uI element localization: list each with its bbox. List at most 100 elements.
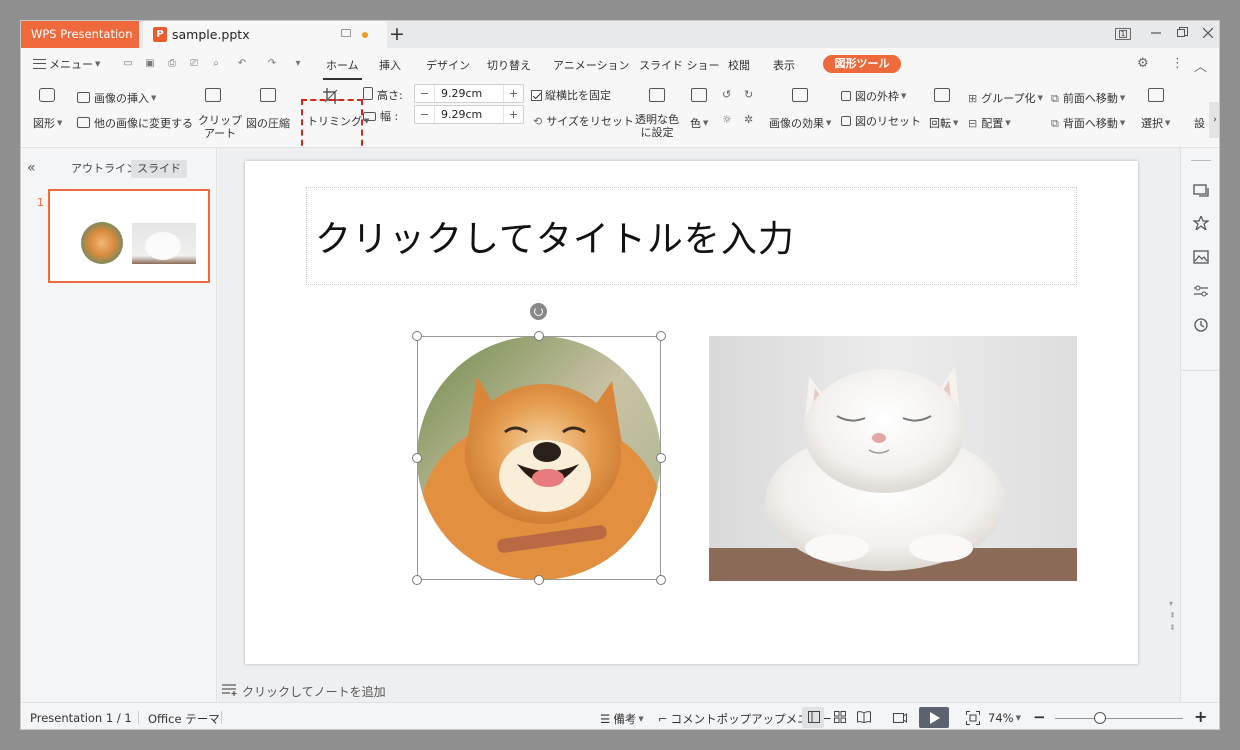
clipart-button[interactable]: クリップ アート xyxy=(198,114,242,140)
resize-handle-left[interactable] xyxy=(412,453,422,463)
play-slideshow-button[interactable] xyxy=(919,707,949,728)
height-increment-button[interactable]: + xyxy=(503,85,523,102)
group-button[interactable]: ⊞ グループ化 ▼ xyxy=(968,90,1043,106)
zoom-out-button[interactable]: − xyxy=(1033,708,1046,726)
contrast-icon[interactable]: ✲ xyxy=(744,113,753,126)
tab-view[interactable]: 表示 xyxy=(773,57,795,73)
window-layout-icon[interactable]: 1 xyxy=(1115,28,1131,40)
customize-toolbar-icon[interactable]: ▾ xyxy=(291,57,305,71)
more-options-icon[interactable]: ⋮ xyxy=(1171,56,1184,71)
notes-bar[interactable]: クリックしてノートを追加 xyxy=(218,678,1180,702)
grid-view-icon[interactable] xyxy=(834,711,846,723)
tab-design[interactable]: デザイン xyxy=(426,57,470,73)
resize-handle-right[interactable] xyxy=(656,453,666,463)
theme-name[interactable]: Office テーマ xyxy=(148,711,220,727)
transparent-color-button[interactable]: 透明な色 に設定 xyxy=(635,113,679,139)
notes-placeholder: クリックしてノートを追加 xyxy=(242,685,386,699)
brightness-icon[interactable]: ☼ xyxy=(722,113,732,126)
gear-icon[interactable]: ⚙ xyxy=(1137,56,1149,71)
clipart-icon xyxy=(205,88,221,102)
collapse-ribbon-icon[interactable]: ︿ xyxy=(1194,56,1207,75)
rotate-right-icon[interactable]: ↻ xyxy=(744,88,753,101)
settings-button[interactable]: 設 xyxy=(1194,115,1205,131)
tab-animations[interactable]: アニメーション xyxy=(553,57,630,73)
export-icon[interactable]: ⎙ xyxy=(165,57,179,71)
animation-star-icon[interactable] xyxy=(1193,216,1209,230)
open-icon[interactable]: ▭ xyxy=(121,57,135,71)
tab-shape-tools[interactable]: 図形ツール xyxy=(823,55,901,73)
rotate-button[interactable]: 回転 ▼ xyxy=(929,115,958,131)
tab-home[interactable]: ホーム xyxy=(323,57,362,80)
outline-button[interactable]: 図の外枠 ▼ xyxy=(841,88,906,104)
properties-sliders-icon[interactable] xyxy=(1193,284,1209,298)
fit-window-icon[interactable] xyxy=(966,711,980,725)
resize-handle-bottom[interactable] xyxy=(534,575,544,585)
compress-button[interactable]: 図の圧縮 xyxy=(246,115,290,131)
app-tab[interactable]: WPS Presentation xyxy=(21,21,139,48)
lock-ratio-label: 縦横比を固定 xyxy=(545,89,611,102)
normal-view-icon[interactable] xyxy=(808,711,820,723)
resize-handle-top-left[interactable] xyxy=(412,331,422,341)
image-panel-icon[interactable] xyxy=(1193,250,1209,264)
minimize-button[interactable] xyxy=(1145,21,1167,48)
color-button[interactable]: 色 ▼ xyxy=(690,115,708,131)
width-input[interactable]: − 9.29cm + xyxy=(414,105,524,124)
rotate-label: 回転 xyxy=(929,117,951,130)
restore-button[interactable] xyxy=(1171,21,1193,48)
tab-insert[interactable]: 挿入 xyxy=(379,57,401,73)
document-tab[interactable]: P sample.pptx xyxy=(143,21,387,48)
tab-review[interactable]: 校閲 xyxy=(728,57,750,73)
print-icon[interactable]: ⎚ xyxy=(187,57,201,71)
cat-image[interactable] xyxy=(709,336,1077,581)
resize-handle-top[interactable] xyxy=(534,331,544,341)
height-decrement-button[interactable]: − xyxy=(415,85,435,102)
notes-toggle-button[interactable]: ☰ 備考 ▼ xyxy=(600,711,644,727)
zoom-dropdown[interactable]: 74% ▼ xyxy=(988,711,1021,725)
slide-thumbnail[interactable] xyxy=(48,189,210,283)
history-icon[interactable] xyxy=(1193,318,1209,332)
resize-handle-bottom-right[interactable] xyxy=(656,575,666,585)
image-effect-button[interactable]: 画像の効果 ▼ xyxy=(769,115,831,131)
ribbon-scroll-right-icon[interactable]: › xyxy=(1209,102,1219,138)
align-button[interactable]: ⊟ 配置 ▼ xyxy=(968,115,1011,131)
bring-forward-button[interactable]: ⧉ 前面へ移動 ▼ xyxy=(1051,90,1125,106)
screen-cast-icon[interactable] xyxy=(893,710,907,724)
save-icon[interactable]: ▣ xyxy=(143,57,157,71)
title-placeholder[interactable]: クリックしてタイトルを入力 xyxy=(306,187,1077,285)
zoom-slider-track[interactable] xyxy=(1055,718,1183,719)
rotate-handle-icon[interactable] xyxy=(530,303,547,320)
tab-slideshow[interactable]: スライド ショー xyxy=(639,57,720,73)
redo-icon[interactable]: ↷ xyxy=(265,57,279,71)
reset-image-button[interactable]: 図のリセット xyxy=(841,113,921,129)
monitor-icon[interactable] xyxy=(341,29,351,37)
send-backward-button[interactable]: ⧉ 背面へ移動 ▼ xyxy=(1051,115,1125,131)
slide[interactable]: クリックしてタイトルを入力 xyxy=(245,161,1138,664)
scroll-controls-icon[interactable]: ▾ ⇞ ⇟ xyxy=(1169,598,1176,634)
lock-ratio-checkbox[interactable]: 縦横比を固定 xyxy=(531,87,611,103)
sidebar-divider xyxy=(1181,370,1219,371)
change-image-button[interactable]: 他の画像に変更する xyxy=(77,115,193,131)
resize-handle-bottom-left[interactable] xyxy=(412,575,422,585)
preview-icon[interactable]: ⌕ xyxy=(209,57,223,71)
reading-view-icon[interactable] xyxy=(857,711,871,723)
close-button[interactable] xyxy=(1197,21,1219,48)
undo-icon[interactable]: ↶ xyxy=(235,57,249,71)
rotate-left-icon[interactable]: ↺ xyxy=(722,88,731,101)
width-decrement-button[interactable]: − xyxy=(415,106,435,123)
collapse-panel-icon[interactable]: « xyxy=(27,160,36,176)
width-increment-button[interactable]: + xyxy=(503,106,523,123)
wps-window: WPS Presentation P sample.pptx + 1 メニュー ▼… xyxy=(20,20,1220,730)
new-tab-button[interactable]: + xyxy=(389,21,405,47)
height-input[interactable]: − 9.29cm + xyxy=(414,84,524,103)
zoom-slider-knob[interactable] xyxy=(1094,712,1106,724)
shape-button[interactable]: 図形 ▼ xyxy=(33,115,62,131)
tab-slides[interactable]: スライド xyxy=(131,160,187,178)
zoom-in-button[interactable]: + xyxy=(1194,707,1207,726)
insert-image-button[interactable]: 画像の挿入 ▼ xyxy=(77,90,156,106)
select-button[interactable]: 選択 ▼ xyxy=(1141,115,1170,131)
main-menu-button[interactable]: メニュー ▼ xyxy=(33,56,100,72)
resize-handle-top-right[interactable] xyxy=(656,331,666,341)
reset-size-button[interactable]: ⟲ サイズをリセット xyxy=(533,113,634,129)
tab-transitions[interactable]: 切り替え xyxy=(487,57,531,73)
slide-switch-icon[interactable] xyxy=(1193,184,1209,198)
